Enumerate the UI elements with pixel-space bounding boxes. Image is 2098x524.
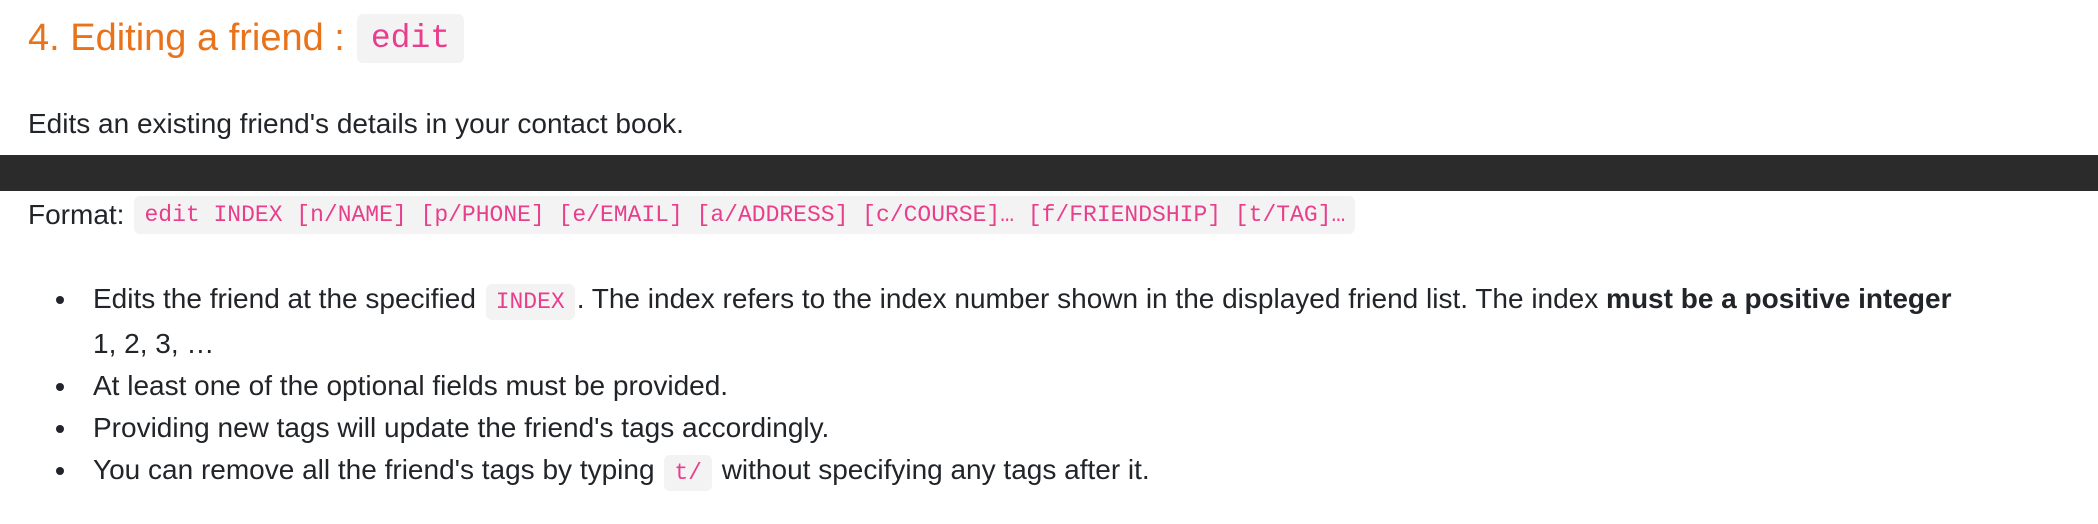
inline-code: INDEX <box>485 284 575 320</box>
details-list: Edits the friend at the specified INDEX.… <box>28 278 2088 494</box>
bold-text: must be a positive integer <box>1606 283 1952 314</box>
command-code: edit <box>356 13 465 63</box>
bullet-text: Edits the friend at the specified <box>93 283 476 314</box>
list-item: At least one of the optional fields must… <box>28 365 2088 407</box>
list-item: You can remove all the friend's tags by … <box>28 449 2088 494</box>
bullet-text: Providing new tags will update the frien… <box>93 412 830 443</box>
inline-code: t/ <box>664 455 712 491</box>
bullet-text: You can remove all the friend's tags by … <box>93 454 655 485</box>
divider-bar <box>0 155 2098 191</box>
bullet-continuation: 1, 2, 3, … <box>93 328 215 359</box>
bullet-text: without specifying any tags after it. <box>721 454 1150 485</box>
bullet-icon <box>56 467 64 475</box>
bullet-icon <box>56 296 64 304</box>
bullet-icon <box>56 383 64 391</box>
list-item: Edits the friend at the specified INDEX.… <box>28 278 2088 365</box>
section-title: 4. Editing a friend : <box>28 16 345 59</box>
section-heading: 4. Editing a friend : edit <box>28 10 465 66</box>
format-code: edit INDEX [n/NAME] [p/PHONE] [e/EMAIL] … <box>134 196 1356 234</box>
bullet-text: At least one of the optional fields must… <box>93 370 729 401</box>
list-item: Providing new tags will update the frien… <box>28 407 2088 449</box>
bullet-text: . The index refers to the index number s… <box>576 283 1599 314</box>
format-line: Format: edit INDEX [n/NAME] [p/PHONE] [e… <box>28 194 1356 236</box>
format-label: Format: <box>28 199 125 230</box>
bullet-icon <box>56 425 64 433</box>
section-intro: Edits an existing friend's details in yo… <box>28 108 684 139</box>
